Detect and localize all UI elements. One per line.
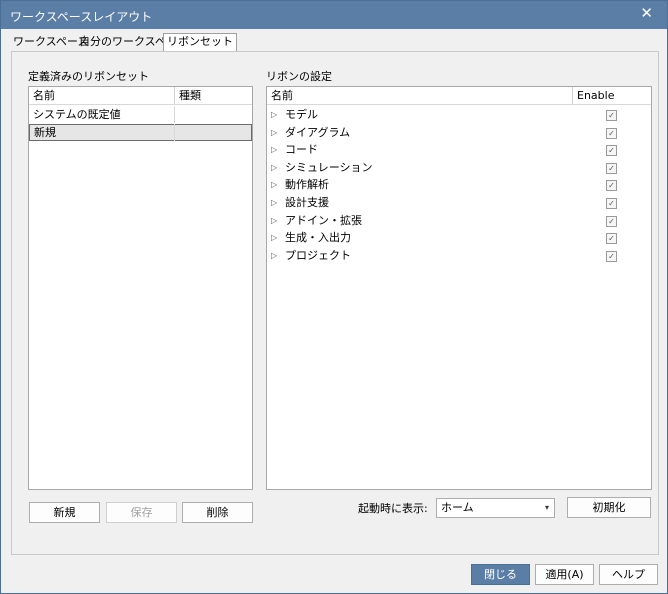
tab-panel: 定義済みのリボンセット 名前 種類 システムの既定値 新規 新規 保存 削除 リ… [11, 51, 659, 555]
save-button[interactable]: 保存 [106, 502, 177, 523]
column-header-name[interactable]: 名前 [267, 87, 293, 104]
expand-triangle-icon[interactable]: ▷ [271, 106, 277, 123]
window-title: ワークスペースレイアウト [10, 10, 153, 24]
column-header-type[interactable]: 種類 [175, 87, 201, 104]
ribbon-set-list[interactable]: 名前 種類 システムの既定値 新規 [28, 86, 253, 490]
delete-button[interactable]: 削除 [182, 502, 253, 523]
column-separator [174, 106, 175, 123]
close-button[interactable]: 閉じる [471, 564, 530, 585]
enable-checkbox[interactable]: ✓ [606, 250, 617, 262]
enable-checkbox[interactable]: ✓ [606, 162, 617, 174]
expand-triangle-icon[interactable]: ▷ [271, 159, 277, 176]
tree-item-addins[interactable]: ▷ アドイン・拡張 ✓ [267, 212, 651, 230]
startup-display-value: ホーム [441, 501, 474, 514]
tree-item-label: シミュレーション [285, 160, 373, 174]
enable-checkbox[interactable]: ✓ [606, 127, 617, 139]
expand-triangle-icon[interactable]: ▷ [271, 194, 277, 211]
column-header-name[interactable]: 名前 [29, 87, 55, 104]
expand-triangle-icon[interactable]: ▷ [271, 247, 277, 264]
tree-item-label: 生成・入出力 [285, 231, 351, 245]
ribbon-set-list-header: 名前 種類 [29, 87, 252, 105]
expand-triangle-icon[interactable]: ▷ [271, 212, 277, 229]
tree-item-code[interactable]: ▷ コード ✓ [267, 141, 651, 159]
list-item[interactable]: システムの既定値 [29, 106, 252, 123]
enable-checkbox[interactable]: ✓ [606, 233, 617, 245]
new-button[interactable]: 新規 [29, 502, 100, 523]
tree-item-label: コード [285, 143, 318, 157]
tree-item-label: 動作解析 [285, 178, 329, 192]
tree-item-generate-io[interactable]: ▷ 生成・入出力 ✓ [267, 229, 651, 247]
dialog-window: ワークスペースレイアウト ✕ ワークスペース 自分のワークスペース リボンセット… [0, 0, 668, 594]
column-separator [174, 124, 175, 141]
enable-checkbox[interactable]: ✓ [606, 180, 617, 192]
chevron-down-icon[interactable]: ▾ [545, 499, 549, 517]
predefined-ribbon-sets-label: 定義済みのリボンセット [28, 70, 149, 83]
close-icon[interactable]: ✕ [640, 4, 653, 22]
startup-display-label: 起動時に表示: [358, 502, 428, 515]
tree-item-diagram[interactable]: ▷ ダイアグラム ✓ [267, 124, 651, 142]
ribbon-settings-label: リボンの設定 [266, 70, 332, 83]
ribbon-set-name: 新規 [34, 126, 56, 139]
tree-item-design-support[interactable]: ▷ 設計支援 ✓ [267, 194, 651, 212]
tab-ribbon-set[interactable]: リボンセット [163, 33, 237, 51]
tree-item-label: 設計支援 [285, 196, 329, 209]
tree-item-label: ダイアグラム [285, 125, 351, 139]
tree-item-behavior-analysis[interactable]: ▷ 動作解析 ✓ [267, 176, 651, 194]
reset-button[interactable]: 初期化 [567, 497, 651, 518]
expand-triangle-icon[interactable]: ▷ [271, 176, 277, 193]
apply-button[interactable]: 適用(A) [535, 564, 594, 585]
tree-item-project[interactable]: ▷ プロジェクト ✓ [267, 247, 651, 265]
tree-item-model[interactable]: ▷ モデル ✓ [267, 106, 651, 124]
expand-triangle-icon[interactable]: ▷ [271, 141, 277, 158]
ribbon-settings-header: 名前 Enable [267, 87, 651, 105]
ribbon-set-name: システムの既定値 [33, 108, 121, 121]
tree-item-label: アドイン・拡張 [285, 213, 362, 227]
expand-triangle-icon[interactable]: ▷ [271, 229, 277, 246]
title-bar[interactable]: ワークスペースレイアウト ✕ [1, 1, 667, 29]
enable-checkbox[interactable]: ✓ [606, 215, 617, 227]
column-header-enable[interactable]: Enable [573, 87, 614, 104]
list-item-selected[interactable]: 新規 [29, 124, 252, 141]
help-button[interactable]: ヘルプ [599, 564, 658, 585]
tree-item-simulation[interactable]: ▷ シミュレーション ✓ [267, 159, 651, 177]
enable-checkbox[interactable]: ✓ [606, 110, 617, 121]
tree-item-label: モデル [285, 108, 318, 121]
enable-checkbox[interactable]: ✓ [606, 145, 617, 157]
startup-display-select[interactable]: ホーム ▾ [436, 498, 555, 518]
tree-item-label: プロジェクト [285, 248, 351, 262]
ribbon-settings-tree[interactable]: 名前 Enable ▷ モデル ✓ ▷ ダイアグラム ✓ ▷ コード ✓ ▷ シ… [266, 86, 652, 490]
enable-checkbox[interactable]: ✓ [606, 198, 617, 209]
expand-triangle-icon[interactable]: ▷ [271, 124, 277, 141]
tab-workspace[interactable]: ワークスペース [13, 35, 88, 50]
